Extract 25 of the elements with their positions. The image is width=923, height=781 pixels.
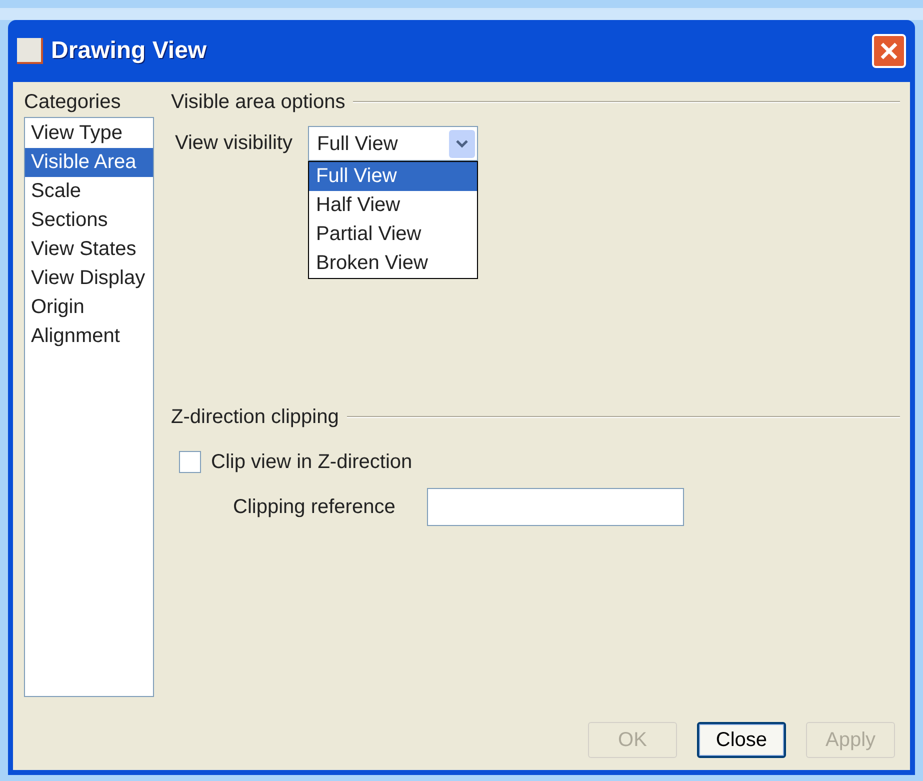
checkbox-label: Clip view in Z-direction [211, 450, 412, 475]
field-label: View visibility [175, 131, 294, 156]
checkbox[interactable] [179, 451, 201, 473]
dialog-button[interactable]: Close [697, 722, 786, 758]
window-title: Drawing View [51, 36, 208, 66]
categories-label: Categories [24, 90, 122, 114]
section-heading: Visible area options [171, 90, 346, 115]
category-item[interactable]: View States [25, 235, 153, 264]
category-item[interactable]: Scale [25, 177, 153, 206]
section-heading: Z-direction clipping [171, 405, 339, 430]
category-item[interactable]: Sections [25, 206, 153, 235]
category-item[interactable]: Alignment [25, 322, 153, 351]
window-icon [17, 38, 43, 64]
dropdown-option[interactable]: Full View [309, 162, 477, 191]
category-item[interactable]: Visible Area [25, 148, 153, 177]
dropdown-option[interactable]: Broken View [309, 249, 477, 278]
dropdown-option[interactable]: Half View [309, 191, 477, 220]
dropdown-option[interactable]: Partial View [309, 220, 477, 249]
view-visibility-dropdown[interactable]: Full View [308, 126, 478, 161]
category-item[interactable]: View Display [25, 264, 153, 293]
category-item[interactable]: View Type [25, 119, 153, 148]
field-label: Clipping reference [233, 495, 396, 520]
clipping-reference-field[interactable] [427, 488, 684, 526]
category-item[interactable]: Origin [25, 293, 153, 322]
close-icon[interactable] [872, 34, 906, 68]
